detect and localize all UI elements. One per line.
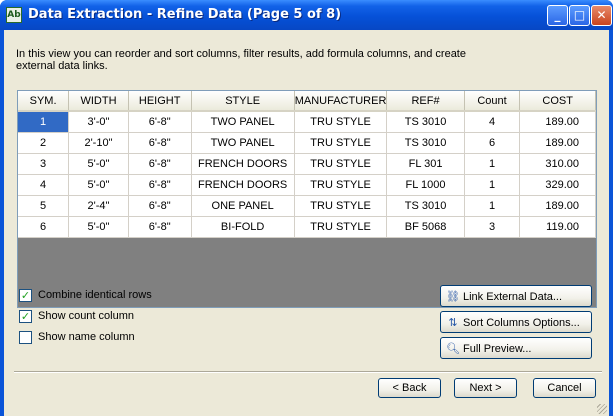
table-cell[interactable]: 3'-0" <box>68 111 129 133</box>
window-title: Data Extraction - Refine Data (Page 5 of… <box>28 7 342 22</box>
table-cell[interactable]: 6'-8" <box>128 111 192 133</box>
show-name-label: Show name column <box>38 331 135 343</box>
table-cell[interactable]: 4 <box>464 111 521 133</box>
column-header[interactable]: Count <box>464 91 521 112</box>
table-cell[interactable]: 6 <box>18 216 70 238</box>
column-header[interactable]: REF# <box>386 91 465 112</box>
table-cell[interactable]: TWO PANEL <box>191 132 295 154</box>
table-cell[interactable]: FRENCH DOORS <box>191 153 295 175</box>
resize-grip[interactable] <box>597 404 607 414</box>
data-table: SYM. WIDTH HEIGHT STYLE MANUFACTURER REF… <box>18 91 596 238</box>
table-cell[interactable]: TS 3010 <box>386 132 465 154</box>
header-row: SYM. WIDTH HEIGHT STYLE MANUFACTURER REF… <box>18 91 596 112</box>
link-external-data-button[interactable]: ⛓ Link External Data... <box>440 285 592 307</box>
table-row[interactable]: 1 3'-0" 6'-8" TWO PANEL TRU STYLE TS 301… <box>18 111 596 133</box>
table-row[interactable]: 6 5'-0" 6'-8" BI-FOLD TRU STYLE BF 5068 … <box>18 216 596 238</box>
table-cell[interactable]: 189.00 <box>519 195 596 217</box>
table-cell[interactable]: TRU STYLE <box>294 132 388 154</box>
dialog-window: Ab Data Extraction - Refine Data (Page 5… <box>0 0 613 416</box>
table-cell[interactable]: TRU STYLE <box>294 174 388 196</box>
table-cell[interactable]: 2'-4" <box>68 195 129 217</box>
table-cell[interactable]: TS 3010 <box>386 111 465 133</box>
link-icon: ⛓ <box>446 290 460 303</box>
table-cell[interactable]: 5'-0" <box>68 174 129 196</box>
table-cell[interactable]: 6'-8" <box>128 153 192 175</box>
close-button[interactable]: ✕ <box>591 5 612 26</box>
table-cell[interactable]: 6 <box>464 132 521 154</box>
table-cell[interactable]: TRU STYLE <box>294 111 388 133</box>
table-cell[interactable]: 310.00 <box>519 153 596 175</box>
table-cell[interactable]: 2'-10" <box>68 132 129 154</box>
table-cell[interactable]: 6'-8" <box>128 174 192 196</box>
table-cell[interactable]: 4 <box>18 174 70 196</box>
table-cell[interactable]: BF 5068 <box>386 216 465 238</box>
dialog-body: In this view you can reorder and sort co… <box>4 30 609 416</box>
table-cell[interactable]: 189.00 <box>519 132 596 154</box>
sort-columns-button[interactable]: ⇅ Sort Columns Options... <box>440 311 592 333</box>
table-cell[interactable]: 189.00 <box>519 111 596 133</box>
table-cell[interactable]: 1 <box>464 153 521 175</box>
table-row[interactable]: 4 5'-0" 6'-8" FRENCH DOORS TRU STYLE FL … <box>18 174 596 196</box>
table-cell[interactable]: ONE PANEL <box>191 195 295 217</box>
table-cell[interactable]: 1 <box>464 174 521 196</box>
table-cell[interactable]: 6'-8" <box>128 132 192 154</box>
column-header[interactable]: COST <box>519 91 596 112</box>
table-cell[interactable]: TRU STYLE <box>294 216 388 238</box>
table-cell[interactable]: 6'-8" <box>128 216 192 238</box>
show-count-checkbox[interactable]: ✓ <box>19 310 32 323</box>
table-cell[interactable]: TRU STYLE <box>294 195 388 217</box>
table-cell[interactable]: 5'-0" <box>68 153 129 175</box>
table-cell[interactable]: TRU STYLE <box>294 153 388 175</box>
table-cell[interactable]: TS 3010 <box>386 195 465 217</box>
table-cell[interactable]: FRENCH DOORS <box>191 174 295 196</box>
show-name-checkbox[interactable] <box>19 331 32 344</box>
column-header[interactable]: STYLE <box>191 91 295 112</box>
data-grid[interactable]: SYM. WIDTH HEIGHT STYLE MANUFACTURER REF… <box>17 90 597 308</box>
combine-rows-checkbox[interactable]: ✓ <box>19 289 32 302</box>
cancel-button[interactable]: Cancel <box>533 378 596 398</box>
table-row[interactable]: 3 5'-0" 6'-8" FRENCH DOORS TRU STYLE FL … <box>18 153 596 175</box>
table-cell[interactable]: TWO PANEL <box>191 111 295 133</box>
column-header[interactable]: MANUFACTURER <box>294 91 388 112</box>
minimize-button[interactable]: _ <box>547 5 568 26</box>
table-cell[interactable]: 5'-0" <box>68 216 129 238</box>
app-icon: Ab <box>6 7 22 23</box>
sort-az-icon: ⇅ <box>448 316 458 329</box>
title-bar[interactable]: Ab Data Extraction - Refine Data (Page 5… <box>0 0 613 30</box>
column-header[interactable]: WIDTH <box>68 91 129 112</box>
table-cell[interactable]: 1 <box>464 195 521 217</box>
table-cell[interactable]: 329.00 <box>519 174 596 196</box>
column-header[interactable]: HEIGHT <box>128 91 192 112</box>
table-cell[interactable]: 1 <box>18 111 70 133</box>
next-button[interactable]: Next > <box>454 378 517 398</box>
description-text: In this view you can reorder and sort co… <box>16 48 466 72</box>
column-header[interactable]: SYM. <box>18 91 70 112</box>
table-cell[interactable]: FL 1000 <box>386 174 465 196</box>
table-cell[interactable]: BI-FOLD <box>191 216 295 238</box>
table-row[interactable]: 2 2'-10" 6'-8" TWO PANEL TRU STYLE TS 30… <box>18 132 596 154</box>
table-cell[interactable]: 119.00 <box>519 216 596 238</box>
table-cell[interactable]: 3 <box>464 216 521 238</box>
sort-columns-label: Sort Columns Options... <box>463 317 580 329</box>
maximize-button[interactable]: □ <box>569 5 590 26</box>
full-preview-label: Full Preview... <box>463 343 532 355</box>
show-count-label: Show count column <box>38 310 134 322</box>
table-cell[interactable]: 6'-8" <box>128 195 192 217</box>
link-external-data-label: Link External Data... <box>463 291 563 303</box>
table-cell[interactable]: 5 <box>18 195 70 217</box>
table-cell[interactable]: 3 <box>18 153 70 175</box>
divider <box>14 371 602 373</box>
preview-icon: 🔍︎ <box>446 342 460 355</box>
table-cell[interactable]: 2 <box>18 132 70 154</box>
table-row[interactable]: 5 2'-4" 6'-8" ONE PANEL TRU STYLE TS 301… <box>18 195 596 217</box>
combine-rows-label: Combine identical rows <box>38 289 152 301</box>
table-cell[interactable]: FL 301 <box>386 153 465 175</box>
full-preview-button[interactable]: 🔍︎ Full Preview... <box>440 337 592 359</box>
back-button[interactable]: < Back <box>378 378 441 398</box>
